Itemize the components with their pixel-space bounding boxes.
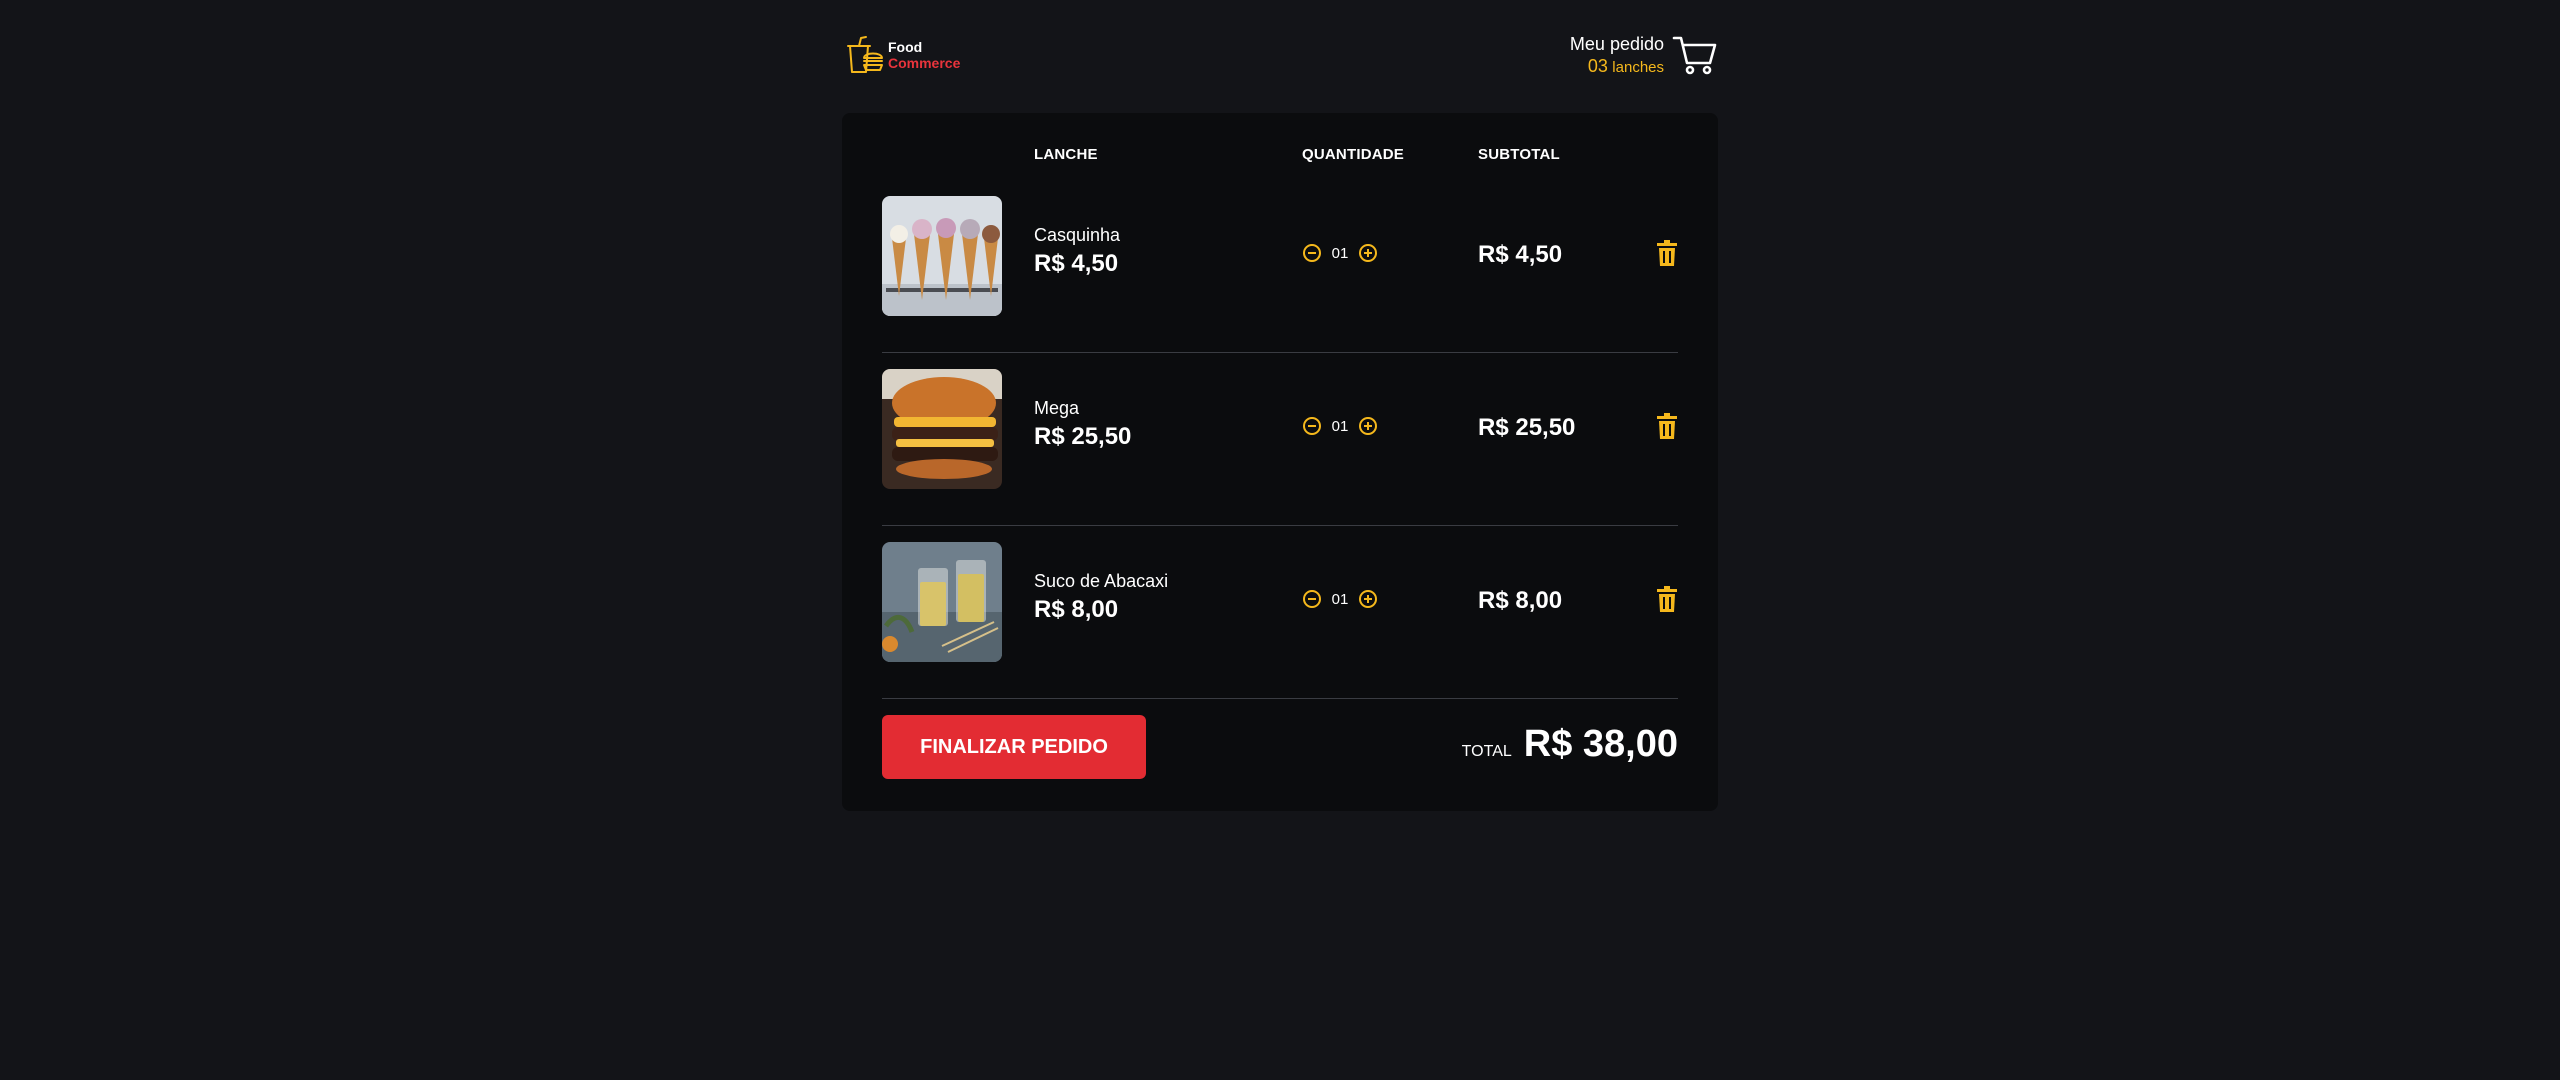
food-logo-icon [847, 36, 883, 73]
shopping-cart-icon[interactable] [1672, 32, 1718, 78]
cart-summary[interactable]: Meu pedido 03 lanches [1570, 32, 1718, 78]
item-name: Suco de Abacaxi [1034, 571, 1169, 591]
item-subtotal: R$ 25,50 [1478, 414, 1576, 441]
order-footer: FINALIZAR PEDIDO TOTAL R$ 38,00 [882, 715, 1678, 781]
total-value: R$ 38,00 [1523, 723, 1678, 765]
item-subtotal: R$ 8,00 [1478, 587, 1563, 614]
item-image-ice-cream [882, 196, 1002, 316]
item-price: R$ 4,50 [1034, 250, 1119, 277]
plus-circle-icon[interactable] [1358, 243, 1378, 263]
table-row: Mega R$ 25,50 01 R$ 25,50 [882, 353, 1678, 526]
quantity-value: 01 [1331, 590, 1349, 608]
trash-icon[interactable] [1656, 586, 1678, 612]
quantity-stepper: 01 [1302, 416, 1378, 436]
plus-circle-icon[interactable] [1358, 589, 1378, 609]
item-name: Mega [1034, 398, 1080, 418]
cart-count: 03 [1587, 56, 1608, 76]
trash-icon[interactable] [1656, 413, 1678, 439]
minus-circle-icon[interactable] [1302, 416, 1322, 436]
item-price: R$ 25,50 [1034, 423, 1132, 450]
cart-title: Meu pedido [1569, 34, 1664, 54]
cart-count-label: lanches [1612, 59, 1664, 76]
column-header-quantity: QUANTIDADE [1302, 146, 1404, 163]
item-price: R$ 8,00 [1034, 596, 1119, 623]
order-panel: LANCHE QUANTIDADE SUBTOTAL Casquinha R$ … [842, 113, 1718, 811]
logo[interactable]: Food Commerce [842, 34, 960, 76]
item-subtotal: R$ 4,50 [1478, 241, 1563, 268]
plus-circle-icon[interactable] [1358, 416, 1378, 436]
table-header: LANCHE QUANTIDADE SUBTOTAL [842, 146, 1718, 166]
minus-circle-icon[interactable] [1302, 589, 1322, 609]
quantity-stepper: 01 [1302, 243, 1378, 263]
item-image-pineapple-juice [882, 542, 1002, 662]
quantity-value: 01 [1331, 244, 1349, 262]
quantity-stepper: 01 [1302, 589, 1378, 609]
minus-circle-icon[interactable] [1302, 243, 1322, 263]
header: Food Commerce Meu pedido 03 lanches [842, 32, 1718, 82]
quantity-value: 01 [1331, 417, 1349, 435]
trash-icon[interactable] [1656, 240, 1678, 266]
table-row: Suco de Abacaxi R$ 8,00 01 R$ 8,00 [882, 526, 1678, 699]
brand-name-line1: Food [888, 39, 923, 55]
total-label: TOTAL [1461, 743, 1512, 760]
item-image-burger [882, 369, 1002, 489]
finalize-order-button[interactable]: FINALIZAR PEDIDO [882, 715, 1146, 779]
table-row: Casquinha R$ 4,50 01 R$ 4,50 [882, 180, 1678, 353]
column-header-item: LANCHE [1034, 146, 1098, 163]
item-name: Casquinha [1034, 225, 1121, 245]
brand-name-line2: Commerce [888, 55, 961, 71]
order-total: TOTAL R$ 38,00 [1462, 723, 1678, 766]
column-header-subtotal: SUBTOTAL [1478, 146, 1560, 163]
